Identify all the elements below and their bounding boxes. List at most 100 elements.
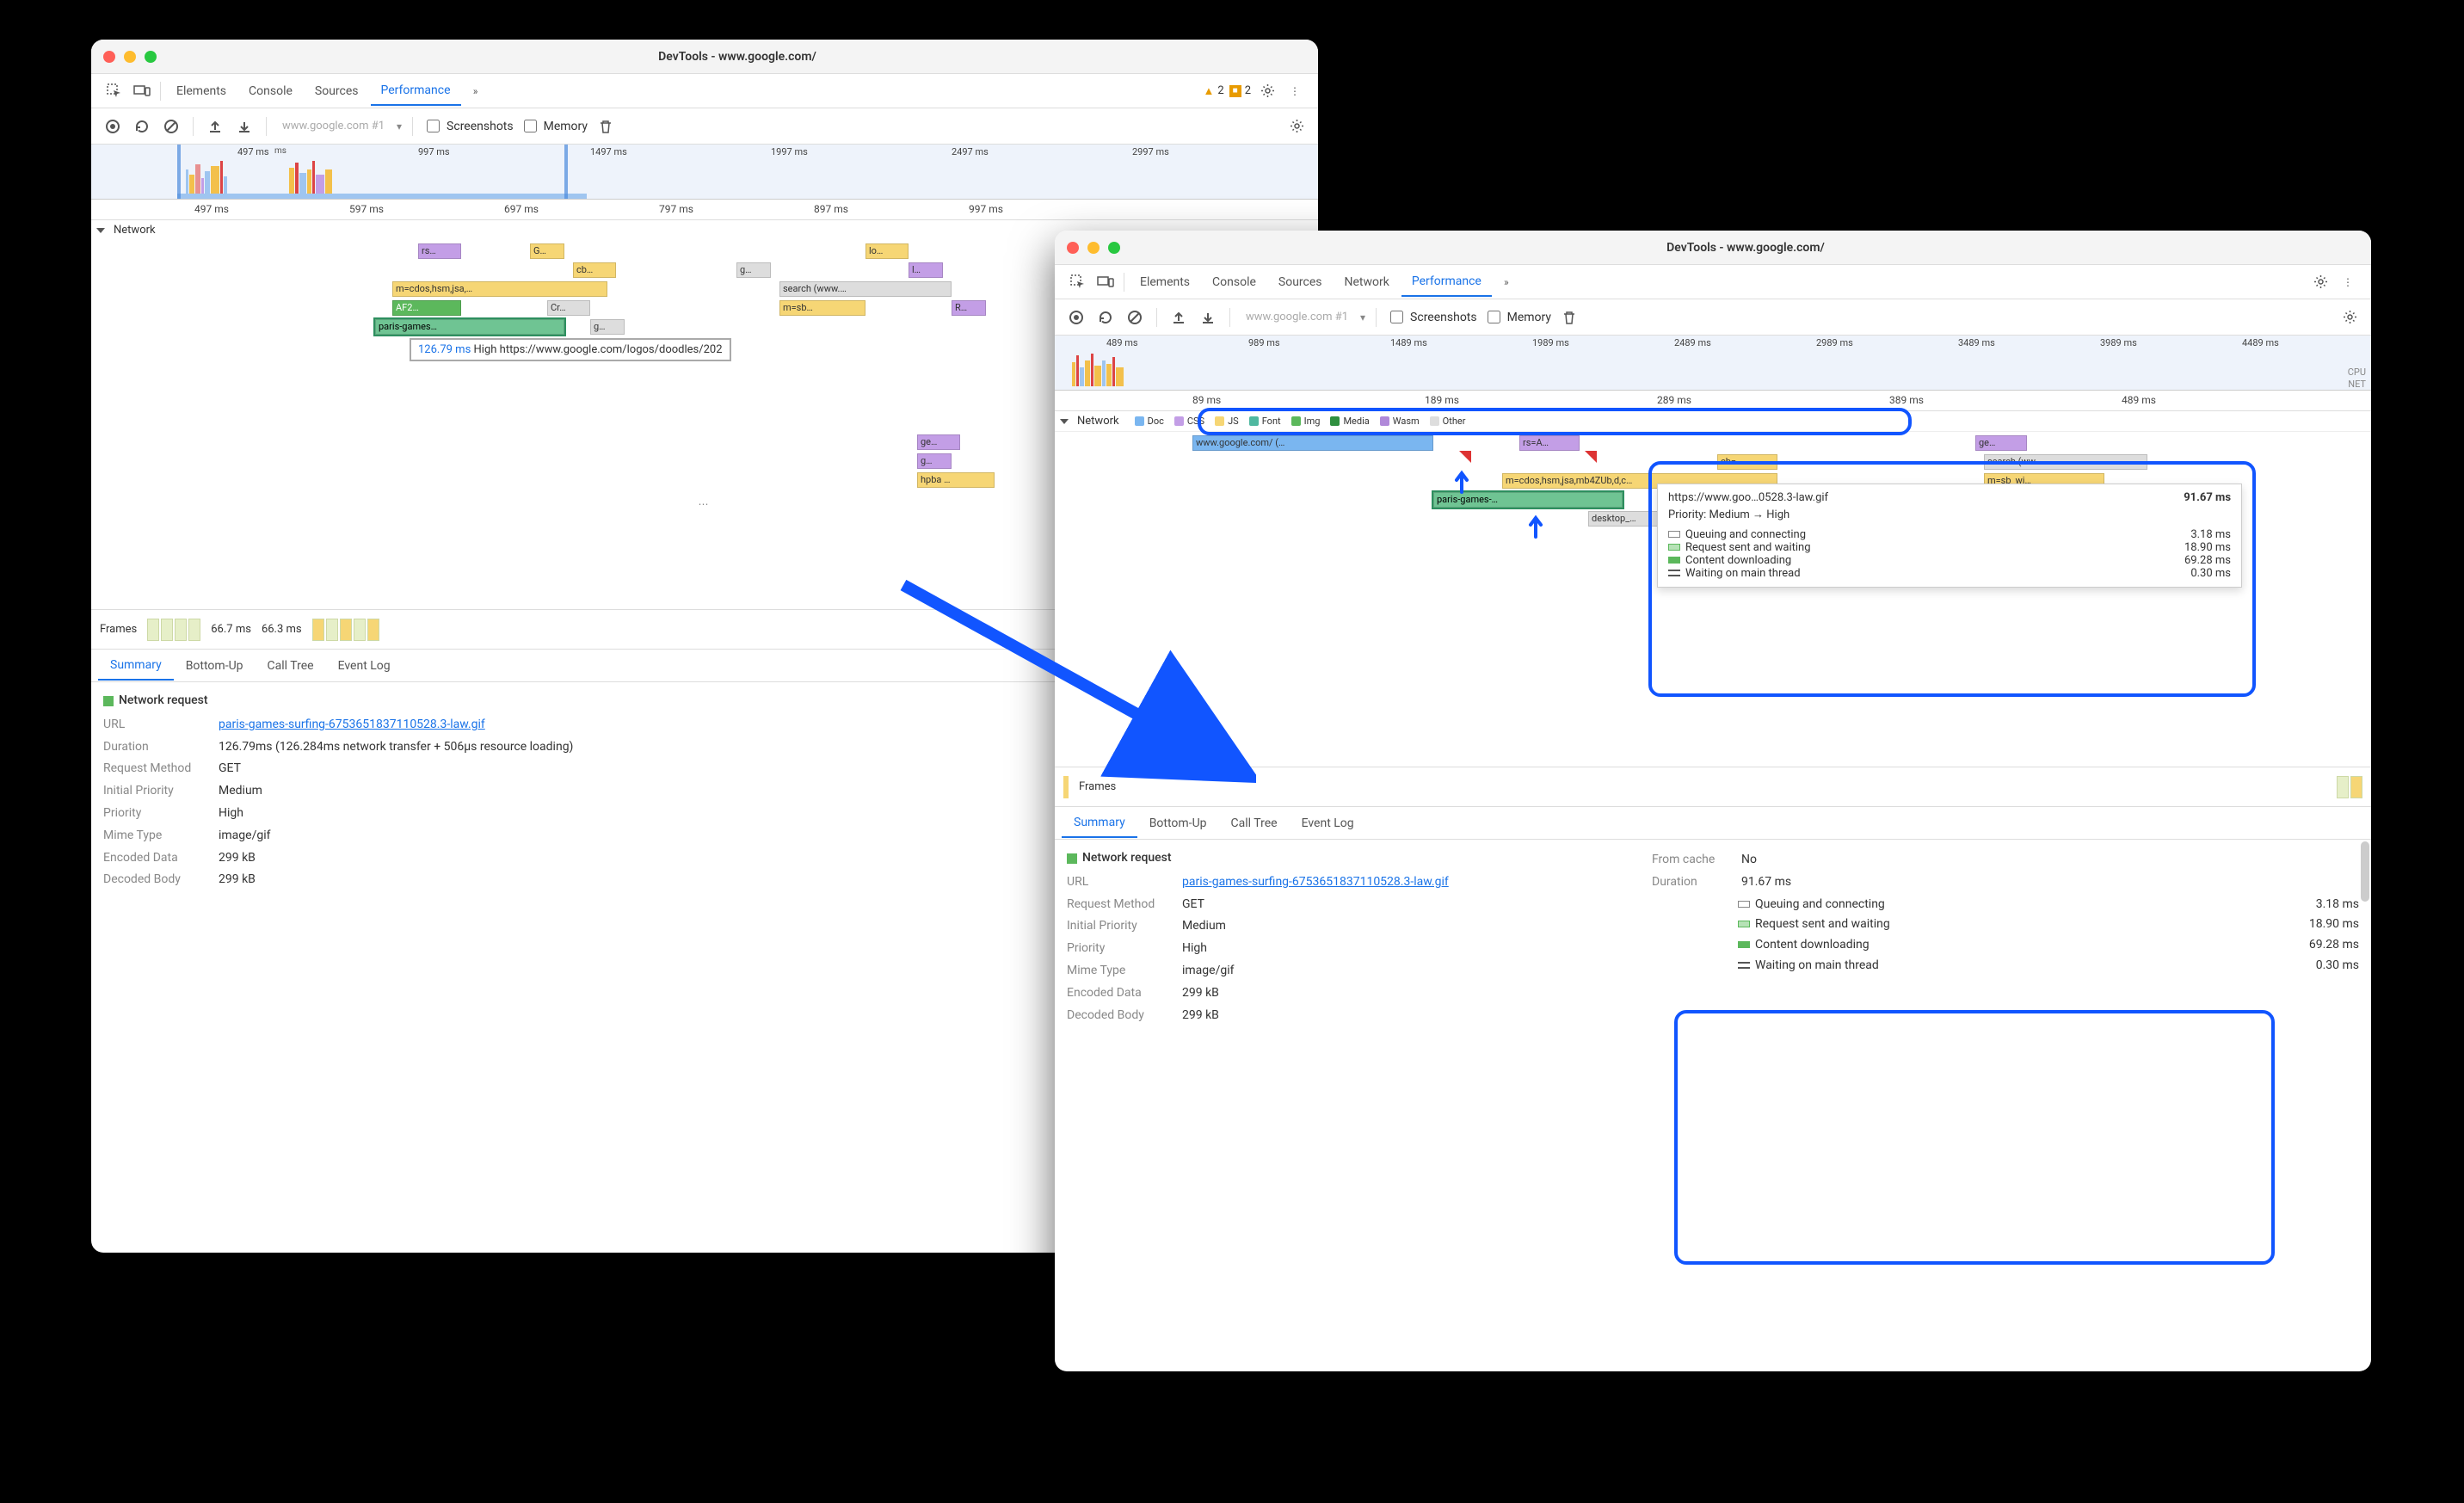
legend-item-wasm: Wasm <box>1380 416 1420 427</box>
tab-performance[interactable]: Performance <box>371 77 461 106</box>
inspect-icon[interactable] <box>102 78 127 104</box>
summary-panel: Network request URLparis-games-surfing-6… <box>1055 840 2371 1036</box>
zoom-icon[interactable] <box>145 51 157 63</box>
value: GET <box>219 759 241 779</box>
zoom-icon[interactable] <box>1108 242 1120 254</box>
value: GET <box>1182 895 1204 915</box>
record-icon[interactable] <box>102 115 124 138</box>
upload-icon[interactable] <box>1167 306 1190 329</box>
scrollbar-thumb[interactable] <box>2361 841 2369 902</box>
record-icon[interactable] <box>1065 306 1087 329</box>
net-bar[interactable]: cb=… <box>1717 454 1777 470</box>
net-bar[interactable]: g… <box>736 262 771 278</box>
net-bar[interactable]: Cr… <box>547 300 590 316</box>
frame-time: 66.3 ms <box>262 623 302 636</box>
tab-network[interactable]: Network <box>1334 268 1400 296</box>
dtab-bottom-up[interactable]: Bottom-Up <box>1137 810 1219 837</box>
settings-icon[interactable] <box>1285 115 1308 138</box>
overview-strip[interactable]: 489 ms 989 ms 1489 ms 1989 ms 2489 ms 29… <box>1055 336 2371 391</box>
memory-checkbox[interactable]: Memory <box>521 117 588 135</box>
net-bar[interactable]: rs… <box>418 243 461 259</box>
recording-select[interactable]: www.google.com #1 <box>277 117 390 135</box>
timeline-ruler[interactable]: 89 ms 189 ms 289 ms 389 ms 489 ms <box>1055 391 2371 411</box>
inspect-icon[interactable] <box>1065 269 1091 295</box>
dtab-bottom-up[interactable]: Bottom-Up <box>174 652 256 680</box>
net-bar[interactable]: cb… <box>573 262 616 278</box>
net-bar[interactable]: l… <box>909 262 943 278</box>
dtab-call-tree[interactable]: Call Tree <box>256 652 326 680</box>
net-bar[interactable]: rs=A… <box>1519 435 1580 451</box>
more-tabs-icon[interactable]: » <box>463 78 489 104</box>
url-link[interactable]: paris-games-surfing-6753651837110528.3-l… <box>219 715 485 736</box>
kebab-icon[interactable]: ⋮ <box>2335 269 2361 295</box>
recording-select[interactable]: www.google.com #1 <box>1241 308 1353 326</box>
tab-elements[interactable]: Elements <box>166 77 237 105</box>
dtab-call-tree[interactable]: Call Tree <box>1219 810 1290 837</box>
tab-sources[interactable]: Sources <box>1268 268 1333 296</box>
url-link[interactable]: paris-games-surfing-6753651837110528.3-l… <box>1182 872 1449 893</box>
net-bar[interactable]: hpba … <box>917 472 995 488</box>
gc-icon[interactable] <box>1558 306 1580 329</box>
dtab-summary[interactable]: Summary <box>1062 809 1137 838</box>
gear-icon[interactable] <box>1254 78 1280 104</box>
settings-icon[interactable] <box>2338 306 2361 329</box>
more-tabs-icon[interactable]: » <box>1494 269 1519 295</box>
tab-performance[interactable]: Performance <box>1401 268 1492 297</box>
net-bar[interactable]: www.google.com/ (… <box>1192 435 1433 451</box>
net-bar[interactable]: m=cdos,hsm,jsa,… <box>392 281 607 297</box>
net-bar[interactable]: G… <box>530 243 564 259</box>
memory-checkbox[interactable]: Memory <box>1484 308 1551 326</box>
upload-icon[interactable] <box>204 115 226 138</box>
timeline-ruler[interactable]: 497 ms 597 ms 697 ms 797 ms 897 ms 997 m… <box>91 200 1318 220</box>
legend-item-doc: Doc <box>1135 416 1164 427</box>
reload-icon[interactable] <box>131 115 153 138</box>
screenshots-checkbox[interactable]: Screenshots <box>1387 308 1477 326</box>
download-icon[interactable] <box>1197 306 1219 329</box>
minimize-icon[interactable] <box>124 51 136 63</box>
net-bar[interactable]: lo… <box>865 243 909 259</box>
gc-icon[interactable] <box>594 115 617 138</box>
close-icon[interactable] <box>1067 242 1079 254</box>
net-bar[interactable]: R… <box>952 300 986 316</box>
legend-item-css: CSS <box>1174 416 1204 427</box>
overview-strip[interactable]: 497 ms ms 997 ms 1497 ms 1997 ms 2497 ms… <box>91 145 1318 200</box>
reload-icon[interactable] <box>1094 306 1117 329</box>
value: High <box>1182 939 1207 959</box>
label: Mime Type <box>1067 961 1170 982</box>
dtab-event-log[interactable]: Event Log <box>326 652 403 680</box>
net-bar[interactable]: g… <box>917 453 952 469</box>
device-icon[interactable] <box>129 78 155 104</box>
warnings-badge[interactable]: ▲2 <box>1202 83 1226 100</box>
download-icon[interactable] <box>233 115 256 138</box>
close-icon[interactable] <box>103 51 115 63</box>
net-bar[interactable]: AF2… <box>392 300 461 316</box>
net-bar[interactable]: m=sb… <box>779 300 865 316</box>
label: Request Method <box>103 759 206 779</box>
net-bar[interactable]: search (www.… <box>779 281 952 297</box>
tab-sources[interactable]: Sources <box>305 77 369 105</box>
clear-icon[interactable] <box>160 115 182 138</box>
tab-elements[interactable]: Elements <box>1130 268 1200 296</box>
dtab-summary[interactable]: Summary <box>98 651 174 681</box>
kebab-icon[interactable]: ⋮ <box>1282 78 1308 104</box>
device-icon[interactable] <box>1093 269 1118 295</box>
legend-item-js: JS <box>1215 416 1239 427</box>
net-bar[interactable]: ge… <box>1975 435 2027 451</box>
tab-console[interactable]: Console <box>1202 268 1266 296</box>
screenshots-checkbox[interactable]: Screenshots <box>423 117 514 135</box>
dtab-event-log[interactable]: Event Log <box>1290 810 1366 837</box>
issues-badge[interactable]: ■2 <box>1228 83 1253 99</box>
network-track-header[interactable]: Network <box>1055 411 1126 431</box>
net-bar-selected[interactable]: paris-games… <box>375 319 564 335</box>
gear-icon[interactable] <box>2307 269 2333 295</box>
tab-console[interactable]: Console <box>238 77 303 105</box>
clear-icon[interactable] <box>1124 306 1146 329</box>
label: Mime Type <box>103 826 206 847</box>
minimize-icon[interactable] <box>1087 242 1100 254</box>
value: image/gif <box>1182 961 1235 982</box>
net-bar[interactable]: ge… <box>917 434 960 450</box>
net-bar[interactable]: g… <box>590 319 625 335</box>
net-bar[interactable]: search (ww… <box>1984 454 2147 470</box>
label: URL <box>103 715 206 736</box>
label: Initial Priority <box>1067 916 1170 937</box>
